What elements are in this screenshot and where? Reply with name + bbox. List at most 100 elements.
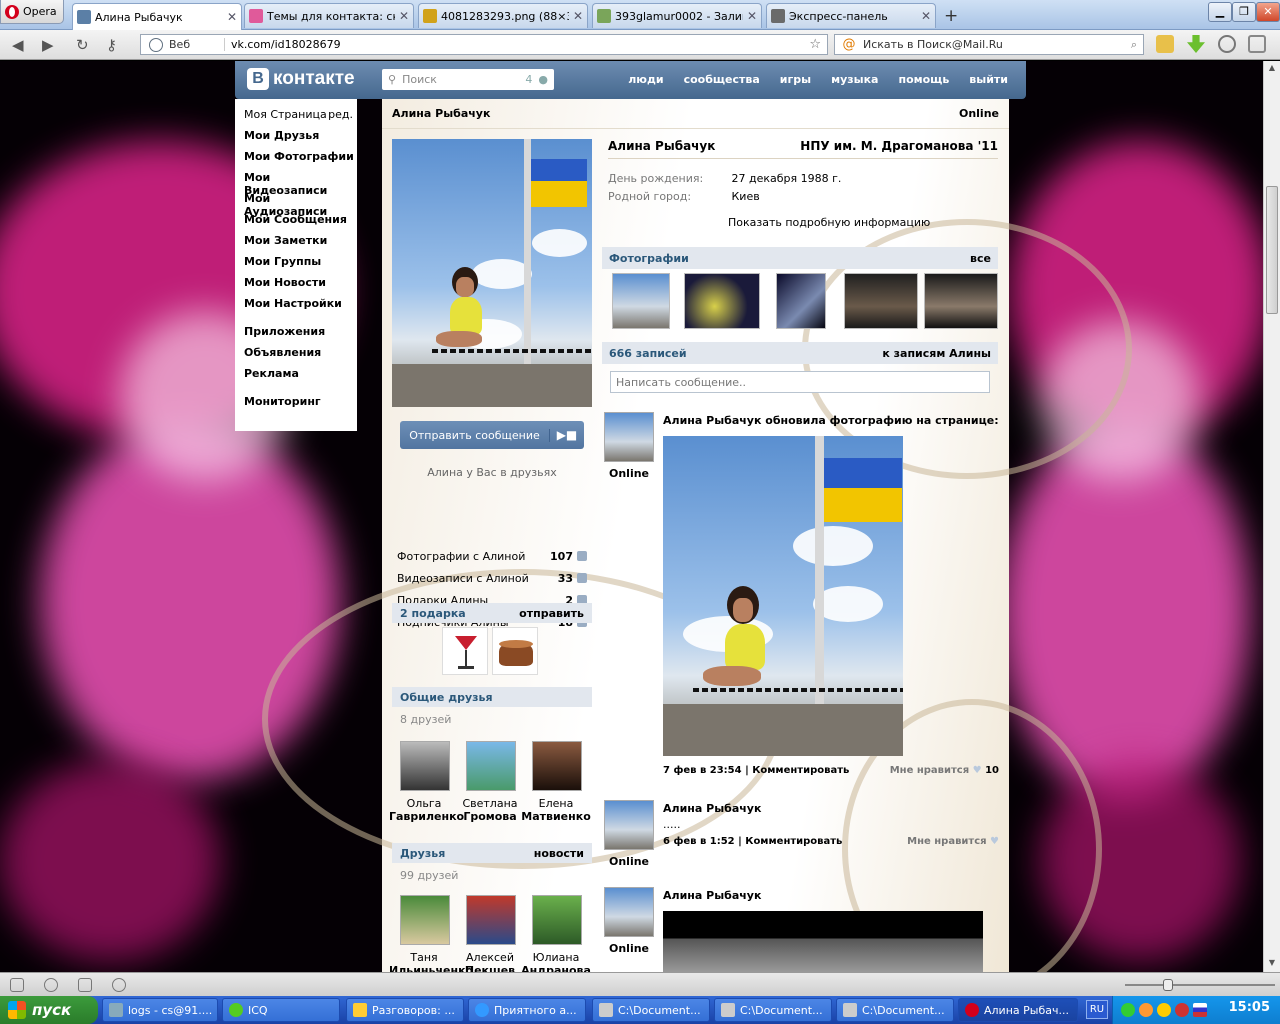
menu-my-settings[interactable]: Мои Настройки (244, 297, 357, 318)
start-button[interactable]: пуск (0, 996, 98, 1024)
tab-close-icon[interactable]: ✕ (747, 9, 757, 23)
menu-apps[interactable]: Приложения (244, 325, 357, 346)
menu-my-notes[interactable]: Мои Заметки (244, 234, 357, 255)
send-gift-link[interactable]: отправить (519, 607, 584, 620)
post-author-avatar[interactable] (604, 800, 654, 850)
scroll-up-icon[interactable]: ▲ (1266, 63, 1278, 75)
friends-title[interactable]: Друзья (400, 847, 445, 860)
friend-name[interactable]: Ольга Гавриленко (389, 797, 464, 823)
post-author-avatar[interactable] (604, 412, 654, 462)
photos-title[interactable]: Фотографии (609, 252, 689, 265)
photo-thumbnail[interactable] (924, 273, 998, 329)
friend-name[interactable]: Алексей Пекшев (455, 951, 525, 972)
menu-my-messages[interactable]: Мои Сообщения (244, 213, 357, 234)
post-title[interactable]: Алина Рыбачук обновила фотографию на стр… (663, 414, 999, 427)
video-call-icon[interactable]: ▶■ (550, 428, 584, 442)
tray-icon[interactable] (1139, 1003, 1153, 1017)
zoom-slider-knob[interactable] (1163, 979, 1173, 991)
birthday-value[interactable]: 27 декабря 1988 г. (732, 172, 842, 185)
menu-my-videos[interactable]: Мои Видеозаписи (244, 171, 357, 197)
friend-avatar[interactable] (466, 741, 516, 791)
friend-name[interactable]: Светлана Громова (455, 797, 525, 823)
wall-all-link[interactable]: к записям Алины (882, 347, 991, 360)
comment-link[interactable]: Комментировать (752, 765, 849, 776)
tray-icon[interactable] (1157, 1003, 1171, 1017)
friend-avatar[interactable] (532, 895, 582, 945)
search-icon[interactable]: ⌕ (1131, 38, 1137, 52)
panel-toggle-icon[interactable] (10, 978, 24, 992)
send-message-button[interactable]: Отправить сообщение ▶■ (400, 421, 584, 449)
photo-thumbnail[interactable] (776, 273, 826, 329)
menu-my-photos[interactable]: Мои Фотографии (244, 150, 357, 171)
gifts-title[interactable]: 2 подарка (400, 607, 466, 620)
menu-ads[interactable]: Объявления (244, 346, 357, 367)
tab-image[interactable]: 4081283293.png (88×31) ✕ (418, 3, 588, 28)
toolbar-extension-icon[interactable] (1156, 35, 1174, 53)
taskbar-item[interactable]: logs - cs@91.... (102, 998, 218, 1022)
menu-my-page[interactable]: Моя Страница (244, 108, 327, 129)
menu-advertising[interactable]: Реклама (244, 367, 357, 388)
maximize-button[interactable]: ❐ (1232, 2, 1256, 22)
post-photo[interactable] (663, 911, 983, 972)
like-button[interactable]: Мне нравится ♥ (907, 836, 999, 847)
taskbar-item[interactable]: Разговоров: ... (346, 998, 464, 1022)
forward-icon[interactable]: ▶ (42, 36, 54, 54)
taskbar-item[interactable]: Приятного а... (468, 998, 586, 1022)
nav-people[interactable]: люди (628, 73, 663, 86)
url-field[interactable]: Веб vk.com/id18028679 ☆ (140, 34, 828, 55)
nav-music[interactable]: музыка (831, 73, 878, 86)
tab-close-icon[interactable]: ✕ (399, 9, 409, 23)
post-date[interactable]: 7 фев в 23:54 (663, 765, 742, 776)
zoom-slider[interactable] (1125, 979, 1275, 991)
taskbar-item[interactable]: C:\Document... (836, 998, 954, 1022)
post-title[interactable]: Алина Рыбачук (663, 889, 761, 902)
photos-all-link[interactable]: все (970, 252, 991, 265)
taskbar-item[interactable]: C:\Document... (714, 998, 832, 1022)
gift-cake[interactable] (492, 627, 538, 675)
tray-icon[interactable] (1175, 1003, 1189, 1017)
menu-edit-link[interactable]: ред. (328, 108, 353, 129)
menu-monitoring[interactable]: Мониторинг (244, 395, 357, 416)
show-more-info-link[interactable]: Показать подробную информацию (728, 216, 930, 229)
friend-avatar[interactable] (400, 895, 450, 945)
like-button[interactable]: Мне нравится ♥ 10 (890, 765, 999, 776)
friend-name[interactable]: Юлиана Андранова (521, 951, 591, 972)
new-tab-button[interactable]: + (944, 6, 958, 26)
photo-thumbnail[interactable] (684, 273, 760, 329)
tab-close-icon[interactable]: ✕ (227, 10, 237, 24)
tab-close-icon[interactable]: ✕ (921, 9, 931, 23)
key-icon[interactable]: ⚷ (106, 36, 117, 54)
tab-themes[interactable]: Темы для контакта: ска... ✕ (244, 3, 414, 28)
flag-icon[interactable] (1193, 1003, 1207, 1017)
wall-title[interactable]: 666 записей (609, 347, 687, 360)
search-field[interactable]: @ Искать в Поиск@Mail.Ru ⌕ (834, 34, 1144, 55)
profile-university[interactable]: НПУ им. М. Драгоманова '11 (800, 139, 998, 153)
post-photo[interactable] (663, 436, 903, 756)
taskbar-item[interactable]: C:\Document... (592, 998, 710, 1022)
menu-my-news[interactable]: Мои Новости (244, 276, 357, 297)
tab-upload[interactable]: 393glamur0002 - Заливк... ✕ (592, 3, 762, 28)
taskbar-item-active[interactable]: Алина Рыбач... (958, 998, 1078, 1022)
friend-name[interactable]: Елена Матвиенко (521, 797, 591, 823)
photo-thumbnail[interactable] (612, 273, 670, 329)
bookmark-star-icon[interactable]: ☆ (809, 37, 821, 52)
language-indicator[interactable]: RU (1086, 1000, 1108, 1019)
vk-logo[interactable]: В контакте (247, 68, 355, 90)
gift-cocktail[interactable] (442, 627, 488, 675)
post-author-avatar[interactable] (604, 887, 654, 937)
scrollbar-thumb[interactable] (1266, 186, 1278, 314)
friend-avatar[interactable] (466, 895, 516, 945)
post-date[interactable]: 6 фев в 1:52 (663, 836, 735, 847)
photo-thumbnail[interactable] (844, 273, 918, 329)
nav-communities[interactable]: сообщества (684, 73, 760, 86)
menu-my-friends[interactable]: Мои Друзья (244, 129, 357, 150)
reload-icon[interactable]: ↻ (76, 36, 89, 54)
tab-speed-dial[interactable]: Экспресс-панель ✕ (766, 3, 936, 28)
zoom-icon[interactable] (1218, 35, 1236, 53)
friend-avatar[interactable] (532, 741, 582, 791)
tab-alina[interactable]: Алина Рыбачук ✕ (72, 3, 242, 30)
tray-icon[interactable] (1121, 1003, 1135, 1017)
speed-icon[interactable] (112, 978, 126, 992)
mutual-friends-title[interactable]: Общие друзья (400, 691, 493, 704)
nav-logout[interactable]: выйти (969, 73, 1008, 86)
